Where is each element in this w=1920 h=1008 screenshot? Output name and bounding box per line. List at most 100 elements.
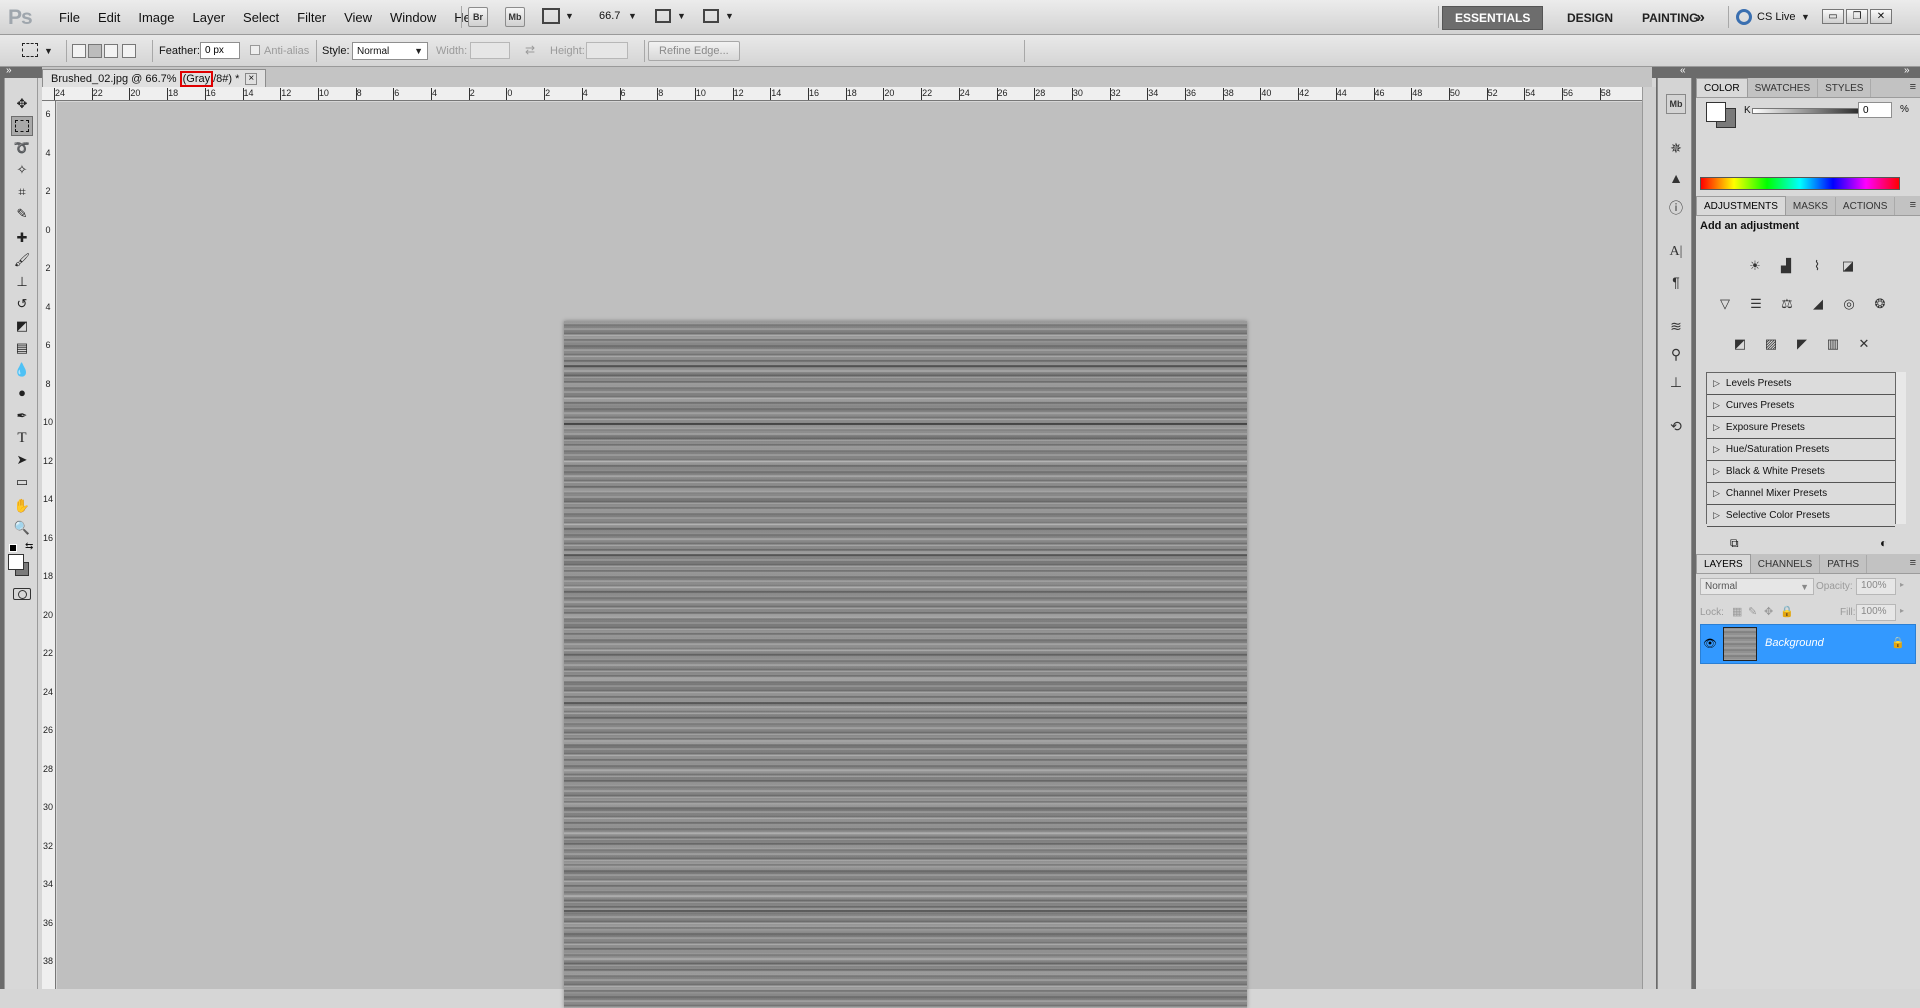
opacity-slider-icon[interactable]: ▸ [1900,580,1904,589]
preset-selective-color[interactable]: ▷ Selective Color Presets [1707,505,1895,527]
marquee-tool-preset-icon[interactable] [22,43,38,57]
restore-button[interactable]: ❐ [1846,9,1868,24]
foreground-color-swatch[interactable] [8,554,24,570]
move-tool-icon[interactable]: ✥ [11,94,33,114]
lasso-tool-icon[interactable]: ➰ [11,138,33,158]
gradient-tool-icon[interactable]: ▤ [11,338,33,358]
eyedropper-tool-icon[interactable]: ✎ [11,204,33,224]
tab-paths[interactable]: PATHS [1820,555,1868,573]
style-select[interactable]: Normal ▼ [352,42,428,60]
view-extras-dropdown-icon[interactable]: ▼ [565,11,574,21]
blur-tool-icon[interactable]: 💧 [11,360,33,380]
type-tool-icon[interactable]: T [11,428,33,448]
default-colors-icon[interactable] [9,544,17,552]
history-brush-tool-icon[interactable]: ↺ [11,294,33,314]
threshold-icon[interactable]: ◤ [1790,332,1814,356]
panel-menu-icon[interactable]: ≡ [1910,557,1916,569]
height-input[interactable] [586,42,628,59]
new-selection-icon[interactable] [72,44,86,58]
menu-file[interactable]: File [50,0,89,35]
mini-bridge-button[interactable]: Mb [505,7,525,27]
rectangular-marquee-tool-icon[interactable] [11,116,33,136]
tab-adjustments[interactable]: ADJUSTMENTS [1696,196,1786,215]
black-white-icon[interactable]: ◢ [1806,292,1830,316]
menu-select[interactable]: Select [234,0,288,35]
histogram-panel-icon[interactable]: ▲ [1666,168,1686,188]
tab-layers[interactable]: LAYERS [1696,554,1751,573]
pen-tool-icon[interactable]: ✒ [11,406,33,426]
preset-hue-saturation[interactable]: ▷ Hue/Saturation Presets [1707,439,1895,461]
fill-slider-icon[interactable]: ▸ [1900,606,1904,615]
cs-live-icon[interactable] [1736,9,1752,25]
navigator-panel-icon[interactable]: ✵ [1666,138,1686,158]
close-document-icon[interactable]: × [245,72,258,85]
screen-mode-dropdown-icon[interactable]: ▼ [725,11,734,21]
tab-actions[interactable]: ACTIONS [1836,197,1896,215]
vibrance-icon[interactable]: ▽ [1713,292,1737,316]
tab-styles[interactable]: STYLES [1818,79,1872,97]
refine-edge-button[interactable]: Refine Edge... [648,41,740,61]
presets-scrollbar[interactable] [1896,372,1906,524]
tab-channels[interactable]: CHANNELS [1751,555,1821,573]
tool-preset-dropdown-icon[interactable]: ▼ [44,46,53,56]
posterize-icon[interactable]: ▨ [1759,332,1783,356]
opacity-input[interactable]: 100% [1856,578,1896,595]
quick-selection-tool-icon[interactable]: ✧ [11,160,33,180]
exposure-icon[interactable]: ◪ [1836,254,1860,278]
mini-bridge-panel-icon[interactable]: Mb [1666,94,1686,114]
hue-saturation-icon[interactable]: ☰ [1744,292,1768,316]
quick-mask-icon[interactable] [13,588,31,600]
clone-stamp-tool-icon[interactable]: ⊥ [11,272,33,292]
workspace-more-icon[interactable]: » [1684,0,1717,35]
layer-visibility-eye-icon[interactable]: 👁 [1703,637,1717,650]
color-balance-icon[interactable]: ⚖ [1775,292,1799,316]
preset-channel-mixer[interactable]: ▷ Channel Mixer Presets [1707,483,1895,505]
info-panel-icon[interactable]: ⓘ [1666,198,1686,218]
levels-icon[interactable]: ▟ [1774,254,1798,278]
collapse-panels-icon[interactable]: » [1904,65,1910,76]
rectangle-tool-icon[interactable]: ▭ [11,472,33,492]
bridge-button[interactable]: Br [468,7,488,27]
expand-tools-icon[interactable]: » [6,65,12,76]
arrange-dropdown-icon[interactable]: ▼ [677,11,686,21]
swap-width-height-icon[interactable]: ⇄ [525,43,535,57]
channel-mixer-icon[interactable]: ❂ [1868,292,1892,316]
crop-tool-icon[interactable]: ⌗ [11,182,33,202]
hand-tool-icon[interactable]: ✋ [11,496,33,516]
zoom-tool-icon[interactable]: 🔍 [11,518,33,538]
clone-source-panel-icon[interactable]: ⚲ [1666,344,1686,364]
arrange-documents-icon[interactable] [655,9,671,23]
close-window-button[interactable]: ✕ [1870,9,1892,24]
lock-position-icon[interactable]: ✥ [1764,605,1773,618]
lock-all-icon[interactable]: 🔒 [1780,605,1794,618]
invert-icon[interactable]: ◩ [1728,332,1752,356]
panel-menu-icon[interactable]: ≡ [1910,81,1916,93]
curves-icon[interactable]: ⌇ [1805,254,1829,278]
swap-colors-icon[interactable]: ⇆ [25,541,33,552]
menu-layer[interactable]: Layer [184,0,235,35]
document-tab[interactable]: Brushed_02.jpg @ 66.7% (Gray/8#) * × [42,69,267,87]
gradient-map-icon[interactable]: ▥ [1821,332,1845,356]
canvas-workspace[interactable] [57,102,1642,1008]
menu-edit[interactable]: Edit [89,0,129,35]
panel-menu-icon[interactable]: ≡ [1910,199,1916,211]
dodge-tool-icon[interactable]: ● [11,382,33,402]
intersect-selection-icon[interactable] [122,44,136,58]
k-channel-value-input[interactable] [1858,102,1892,118]
preset-curves[interactable]: ▷ Curves Presets [1707,395,1895,417]
collapse-iconstrip-icon[interactable]: « [1680,65,1686,76]
lock-transparent-icon[interactable]: ▦ [1732,605,1742,618]
color-spectrum-ramp[interactable] [1700,177,1900,190]
eraser-tool-icon[interactable]: ◩ [11,316,33,336]
adjustment-options-icon[interactable]: ◐ [1880,536,1887,550]
character-panel-icon[interactable]: A| [1666,242,1686,262]
cs-live-label[interactable]: CS Live [1757,11,1796,23]
brightness-contrast-icon[interactable]: ☀ [1743,254,1767,278]
lock-image-icon[interactable]: ✎ [1748,605,1757,618]
tab-swatches[interactable]: SWATCHES [1748,79,1819,97]
tab-masks[interactable]: MASKS [1786,197,1836,215]
brushed-metal-image[interactable] [564,321,1247,1008]
color-panel-foreground-swatch[interactable] [1706,102,1726,122]
tab-color[interactable]: COLOR [1696,78,1748,97]
cs-live-dropdown-icon[interactable]: ▼ [1801,12,1810,22]
